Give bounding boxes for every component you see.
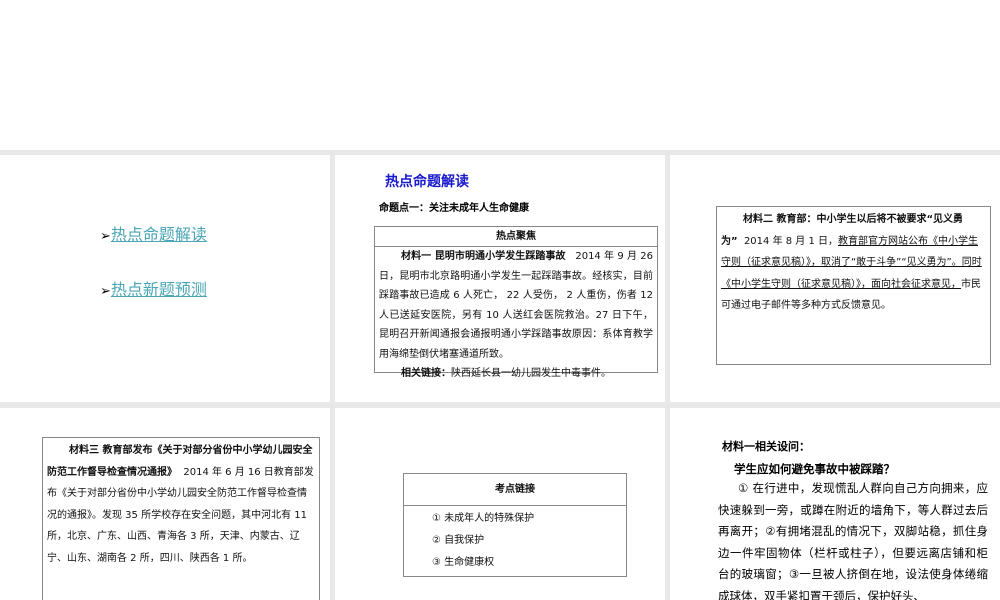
related-text: 陕西延长县一幼儿园发生中毒事件。 bbox=[451, 368, 611, 379]
question: 学生应如何避免事故中被踩踏？ bbox=[734, 462, 895, 476]
date: 2014 年 6 月 16 日教育 bbox=[183, 466, 294, 478]
exam-points-box: 考点链接 ① 未成年人的特殊保护 ② 自我保护 ③ 生命健康权 bbox=[403, 473, 627, 577]
material-three-box: 材料三 教育部发布《关于对部分省份中小学幼儿园安全防范工作督导检查情况通报》 2… bbox=[42, 437, 320, 600]
top-blank-area bbox=[0, 0, 1000, 150]
material-text: 材料一 昆明市明通小学发生踩踏事故 2014 年 9 月 26 日，昆明市北京路… bbox=[375, 247, 657, 384]
hotspot-box: 热点聚焦 材料一 昆明市明通小学发生踩踏事故 2014 年 9 月 26 日，昆… bbox=[374, 226, 658, 379]
exam-point-item: ③ 生命健康权 bbox=[432, 557, 495, 568]
exam-point-item: ② 自我保护 bbox=[432, 535, 485, 546]
slide-2[interactable]: 热点命题解读 命题点一：关注未成年人生命健康 热点聚焦 材料一 昆明市明通小学发… bbox=[335, 155, 665, 402]
slide-4[interactable]: 材料三 教育部发布《关于对部分省份中小学幼儿园安全防范工作督导检查情况通报》 2… bbox=[0, 408, 330, 600]
link-label[interactable]: 热点命题解读 bbox=[111, 225, 207, 244]
slide-5[interactable]: 考点链接 ① 未成年人的特殊保护 ② 自我保护 ③ 生命健康权 bbox=[335, 408, 665, 600]
date: 2014 年 8 月 1 日， bbox=[743, 235, 839, 247]
box-header: 热点聚焦 bbox=[375, 227, 657, 247]
slide-grid: ➢热点命题解读 ➢热点新题预测 热点命题解读 命题点一：关注未成年人生命健康 热… bbox=[0, 150, 1000, 600]
material-body: 2014 年 9 月 26 日，昆明市北京路明通小学发生一起踩踏事故。经核实，目… bbox=[379, 251, 653, 360]
answer-text: ① 在行进中，发现慌乱人群向自己方向拥来，应快速躲到一旁，或蹲在附近的墙角下，等… bbox=[718, 481, 988, 600]
slide-6[interactable]: 材料一相关设问： 学生应如何避免事故中被踩踏？ ① 在行进中，发现慌乱人群向自己… bbox=[670, 408, 1000, 600]
arrow-bullet-icon: ➢ bbox=[100, 229, 111, 244]
exam-point-item: ① 未成年人的特殊保护 bbox=[432, 513, 535, 524]
box-header: 考点链接 bbox=[404, 474, 626, 506]
slide-1[interactable]: ➢热点命题解读 ➢热点新题预测 bbox=[0, 155, 330, 402]
slide-title: 热点命题解读 bbox=[385, 174, 469, 190]
arrow-bullet-icon: ➢ bbox=[100, 284, 111, 299]
slide-subtitle: 命题点一：关注未成年人生命健康 bbox=[379, 203, 529, 214]
material-two-box: 材料二 教育部：中小学生以后将不被要求“见义勇为” 2014 年 8 月 1 日… bbox=[716, 206, 991, 365]
related-label: 相关链接： bbox=[401, 368, 451, 379]
body-text: 部发布《关于对部分省份中小学幼儿园安全防范工作督导检查情况的通报》。发现 35 … bbox=[47, 466, 314, 564]
link-hot-new-questions[interactable]: ➢热点新题预测 bbox=[100, 276, 207, 300]
link-hot-topic-interpretation[interactable]: ➢热点命题解读 bbox=[100, 221, 207, 245]
slide-3[interactable]: 材料二 教育部：中小学生以后将不被要求“见义勇为” 2014 年 8 月 1 日… bbox=[670, 155, 1000, 402]
heading: 材料一相关设问： bbox=[722, 440, 810, 453]
material-title: 材料一 昆明市明通小学发生踩踏事故 bbox=[401, 251, 566, 262]
link-label[interactable]: 热点新题预测 bbox=[111, 280, 207, 299]
